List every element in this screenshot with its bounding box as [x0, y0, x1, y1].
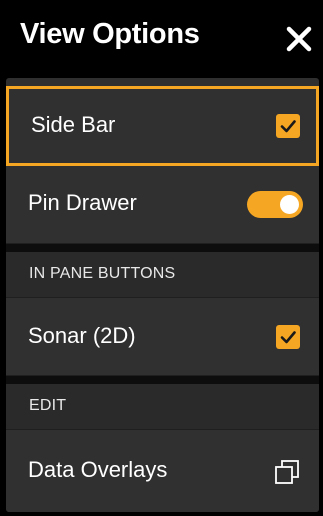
header: View Options — [0, 0, 323, 76]
side-bar-label: Side Bar — [31, 112, 116, 137]
sonar-2d-row[interactable]: Sonar (2D) — [6, 298, 319, 376]
data-overlays-row[interactable]: Data Overlays — [6, 430, 319, 512]
close-button[interactable] — [284, 24, 314, 54]
side-bar-row[interactable]: Side Bar — [6, 86, 319, 166]
page-title: View Options — [20, 18, 200, 50]
sonar-2d-checkbox[interactable] — [276, 325, 300, 349]
data-overlays-label: Data Overlays — [28, 457, 168, 482]
view-options-panel: Side Bar Pin Drawer IN PANE BUTTONS Sona… — [6, 78, 319, 512]
edit-label: EDIT — [29, 397, 67, 414]
section-gap — [6, 376, 319, 384]
side-bar-checkbox[interactable] — [276, 114, 300, 138]
checkmark-icon — [280, 120, 296, 133]
in-pane-buttons-header: IN PANE BUTTONS — [6, 252, 319, 298]
pin-drawer-label: Pin Drawer — [28, 190, 137, 215]
checkmark-icon — [280, 331, 296, 344]
edit-header: EDIT — [6, 384, 319, 430]
section-gap — [6, 244, 319, 252]
pin-drawer-row[interactable]: Pin Drawer — [6, 166, 319, 244]
in-pane-buttons-label: IN PANE BUTTONS — [29, 265, 176, 282]
toggle-knob — [280, 195, 299, 214]
overlay-windows-icon[interactable] — [274, 459, 300, 485]
sonar-2d-label: Sonar (2D) — [28, 323, 136, 348]
pin-drawer-toggle[interactable] — [247, 191, 303, 218]
close-icon — [286, 26, 312, 52]
